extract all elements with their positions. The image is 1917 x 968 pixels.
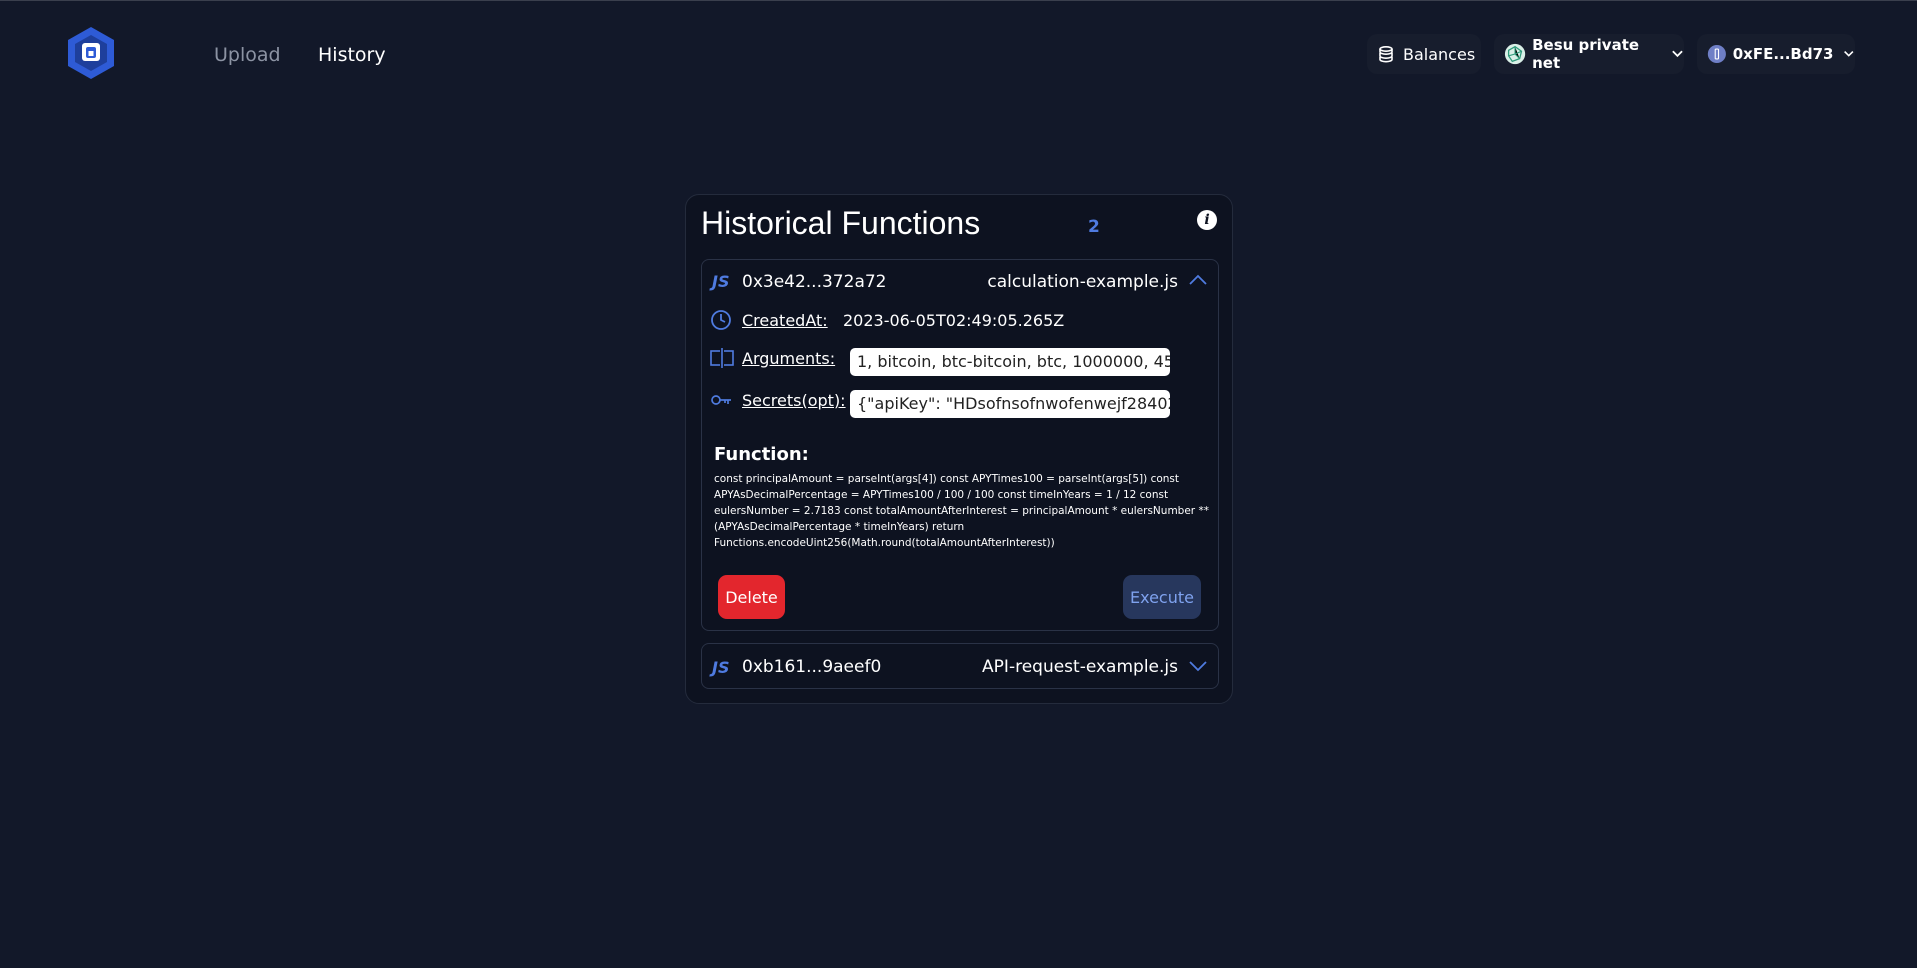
chevron-down-icon (1844, 50, 1854, 57)
function-heading: Function: (714, 444, 809, 465)
created-at-row: CreatedAt: 2023-06-05T02:49:05.265Z (710, 308, 1064, 332)
js-file-icon: JS (712, 272, 730, 291)
function-item[interactable]: JS 0xb161...9aeef0 API-request-example.j… (701, 643, 1219, 689)
function-item-header[interactable]: JS 0x3e42...372a72 calculation-example.j… (702, 260, 1218, 300)
secrets-row: Secrets(opt): (710, 388, 846, 412)
network-label: Besu private net (1532, 36, 1640, 72)
coins-icon (1379, 45, 1393, 63)
network-selector[interactable]: Besu private net (1494, 34, 1684, 74)
nav-upload[interactable]: Upload (214, 44, 281, 66)
arguments-icon (710, 348, 734, 368)
account-button[interactable]: 0xFE...Bd73 (1697, 34, 1855, 74)
card-title: Historical Functions (701, 205, 981, 241)
chevron-down-icon (1672, 50, 1683, 58)
arguments-field[interactable]: 1, bitcoin, btc-bitcoin, btc, 1000000, 4… (850, 348, 1170, 376)
js-file-icon: JS (712, 658, 730, 677)
function-code: const principalAmount = parseInt(args[4]… (714, 473, 1209, 549)
network-globe-icon (1504, 43, 1526, 65)
clock-icon (711, 310, 731, 330)
ethereum-icon (1707, 44, 1726, 64)
nav-history[interactable]: History (318, 44, 386, 66)
function-filename: calculation-example.js (987, 272, 1178, 292)
balances-label: Balances (1403, 44, 1476, 64)
execute-button[interactable]: Execute (1123, 575, 1201, 619)
info-icon[interactable]: i (1197, 210, 1217, 230)
function-item-header[interactable]: JS 0xb161...9aeef0 API-request-example.j… (702, 644, 1218, 684)
chevron-up-icon[interactable] (1188, 273, 1208, 287)
secrets-label: Secrets(opt): (742, 390, 846, 410)
created-at-label: CreatedAt: (742, 310, 828, 330)
app-logo-icon[interactable] (65, 25, 117, 81)
function-hash: 0x3e42...372a72 (742, 272, 887, 292)
created-at-value: 2023-06-05T02:49:05.265Z (843, 310, 1065, 330)
top-border (0, 0, 1917, 1)
key-icon (711, 395, 731, 405)
historical-functions-card: Historical Functions 2 i JS 0x3e42...372… (685, 194, 1233, 704)
delete-button[interactable]: Delete (718, 575, 785, 619)
arguments-row: Arguments: (710, 346, 835, 370)
function-hash: 0xb161...9aeef0 (742, 657, 882, 677)
secrets-field[interactable]: {"apiKey": "HDsofnsofnwofenwejf284025 (850, 390, 1170, 418)
function-item: JS 0x3e42...372a72 calculation-example.j… (701, 259, 1219, 631)
chevron-down-icon[interactable] (1188, 659, 1208, 673)
arguments-label: Arguments: (742, 348, 836, 368)
account-address: 0xFE...Bd73 (1732, 45, 1834, 63)
balances-button[interactable]: Balances (1367, 34, 1481, 74)
function-filename: API-request-example.js (982, 657, 1178, 677)
function-count-badge: 2 (1088, 217, 1100, 237)
